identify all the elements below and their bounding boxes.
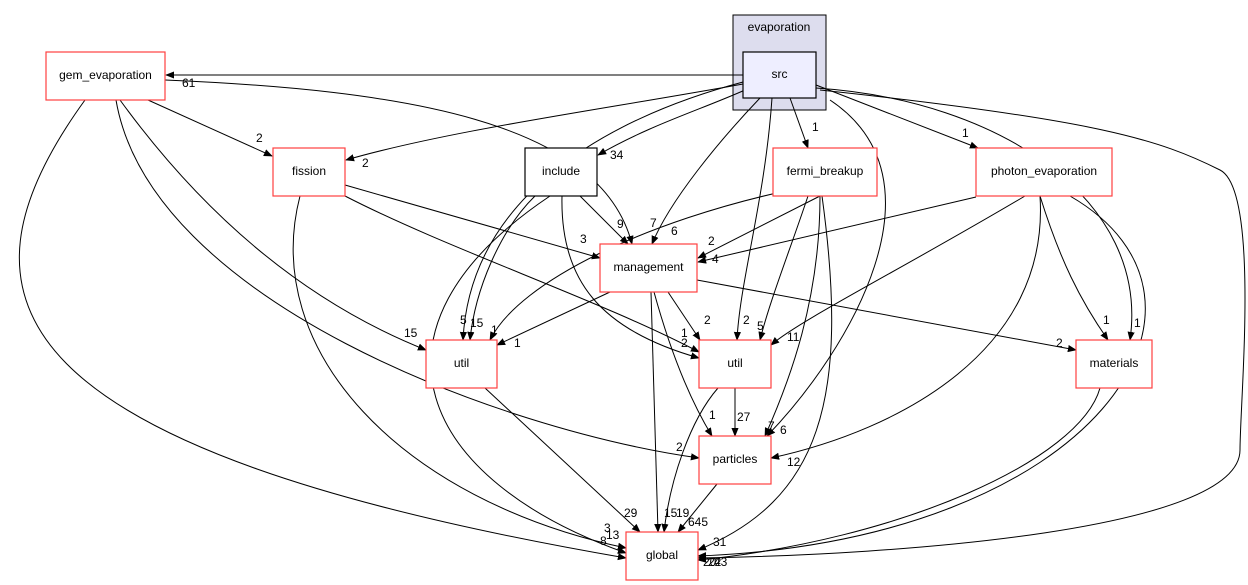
edge-src-to-photon-evaporation[interactable] bbox=[815, 84, 979, 149]
edge-count-label[interactable]: 7 bbox=[650, 216, 657, 230]
node-include[interactable]: include bbox=[524, 147, 598, 197]
edge-management-to-global[interactable] bbox=[650, 291, 662, 533]
edge-src-to-util-1[interactable] bbox=[459, 81, 744, 341]
edge-count-label[interactable]: 2 bbox=[362, 156, 369, 170]
node-label: gem_evaporation bbox=[59, 68, 152, 82]
edge-count-label[interactable]: 11 bbox=[787, 330, 800, 344]
edge-count-label[interactable]: 6 bbox=[780, 423, 787, 437]
node-label: include bbox=[542, 164, 580, 178]
edge-src-to-include[interactable] bbox=[597, 89, 746, 156]
node-label: management bbox=[613, 260, 684, 274]
edge-count-label[interactable]: 34 bbox=[610, 148, 624, 162]
edge-count-label[interactable]: 13 bbox=[606, 528, 620, 542]
node-util-1[interactable]: util bbox=[425, 339, 498, 389]
edge-count-label[interactable]: 8 bbox=[600, 534, 607, 548]
edge-count-label[interactable]: 5 bbox=[460, 313, 467, 327]
edge-count-label[interactable]: 7 bbox=[768, 419, 775, 433]
node-materials[interactable]: materials bbox=[1075, 339, 1153, 389]
edge-count-label[interactable]: 1 bbox=[1103, 313, 1110, 327]
node-src[interactable]: src bbox=[742, 51, 817, 99]
edge-gem-evaporation-to-util-1[interactable] bbox=[119, 99, 427, 351]
edge-photon-evaporation-to-materials[interactable] bbox=[1039, 195, 1109, 341]
edge-fermi-breakup-to-management[interactable] bbox=[697, 195, 821, 259]
edge-count-label[interactable]: 2 bbox=[681, 336, 688, 350]
node-management[interactable]: management bbox=[599, 243, 698, 293]
edge-count-label[interactable]: 5 bbox=[757, 319, 764, 333]
node-label: particles bbox=[713, 452, 758, 466]
edge-count-label[interactable]: 1 bbox=[1134, 316, 1141, 330]
edge-count-label[interactable]: 4 bbox=[712, 252, 719, 266]
node-label: util bbox=[727, 356, 742, 370]
edge-src-to-util-2[interactable] bbox=[733, 97, 773, 341]
node-label: src bbox=[772, 67, 788, 81]
node-fission[interactable]: fission bbox=[272, 147, 346, 197]
edge-count-label[interactable]: 20 bbox=[703, 555, 717, 569]
edge-count-label[interactable]: 1 bbox=[491, 323, 498, 337]
node-fermi-breakup[interactable]: fermi_breakup bbox=[772, 147, 878, 197]
edge-count-label[interactable]: 2 bbox=[743, 313, 750, 327]
edge-count-label[interactable]: 2 bbox=[676, 440, 683, 454]
edge-count-label[interactable]: 645 bbox=[688, 515, 708, 529]
node-label: global bbox=[646, 548, 678, 562]
node-gem-evaporation[interactable]: gem_evaporation bbox=[45, 51, 166, 101]
edge-count-label[interactable]: 1 bbox=[812, 120, 819, 134]
node-label: fission bbox=[292, 164, 326, 178]
node-label: photon_evaporation bbox=[991, 164, 1097, 178]
node-util-2[interactable]: util bbox=[698, 339, 772, 389]
edge-count-label[interactable]: 1 bbox=[514, 336, 521, 350]
edge-count-label[interactable]: 9 bbox=[617, 217, 624, 231]
edge-count-label[interactable]: 12 bbox=[787, 455, 801, 469]
edge-photon-evaporation-to-util-2[interactable] bbox=[770, 195, 1026, 346]
node-label: fermi_breakup bbox=[787, 164, 864, 178]
edge-count-label[interactable]: 2 bbox=[704, 313, 711, 327]
edge-count-label[interactable]: 6 bbox=[671, 224, 678, 238]
cluster-label: evaporation bbox=[748, 20, 811, 34]
edge-fermi-breakup-to-util-2[interactable] bbox=[758, 195, 809, 341]
edge-fermi-breakup-to-particles[interactable] bbox=[764, 195, 821, 437]
edge-count-label[interactable]: 2 bbox=[1056, 336, 1063, 350]
node-label: materials bbox=[1090, 356, 1139, 370]
edge-count-label[interactable]: 15 bbox=[470, 316, 484, 330]
edge-photon-evaporation-to-management[interactable] bbox=[697, 196, 977, 264]
edge-count-label[interactable]: 31 bbox=[713, 535, 727, 549]
edge-count-label[interactable]: 61 bbox=[182, 76, 196, 90]
edge-count-label[interactable]: 27 bbox=[737, 410, 751, 424]
edge-count-label[interactable]: 1 bbox=[962, 126, 969, 140]
node-photon-evaporation[interactable]: photon_evaporation bbox=[975, 147, 1113, 197]
edge-gem-evaporation-to-fission[interactable] bbox=[147, 99, 273, 157]
edge-count-label[interactable]: 3 bbox=[580, 232, 587, 246]
directory-dependency-graph: evaporation src gem_evaporationfission inc… bbox=[18, 14, 1246, 581]
edge-count-label[interactable]: 2 bbox=[708, 234, 715, 248]
edge-count-label[interactable]: 1 bbox=[709, 408, 716, 422]
edge-count-label[interactable]: 15 bbox=[404, 326, 418, 340]
edge-count-label[interactable]: 2 bbox=[256, 131, 263, 145]
node-particles[interactable]: particles bbox=[698, 435, 772, 485]
node-label: util bbox=[454, 356, 469, 370]
node-global[interactable]: global bbox=[625, 531, 699, 581]
edge-count-label[interactable]: 29 bbox=[624, 506, 638, 520]
edge-src-to-management[interactable] bbox=[651, 97, 761, 245]
